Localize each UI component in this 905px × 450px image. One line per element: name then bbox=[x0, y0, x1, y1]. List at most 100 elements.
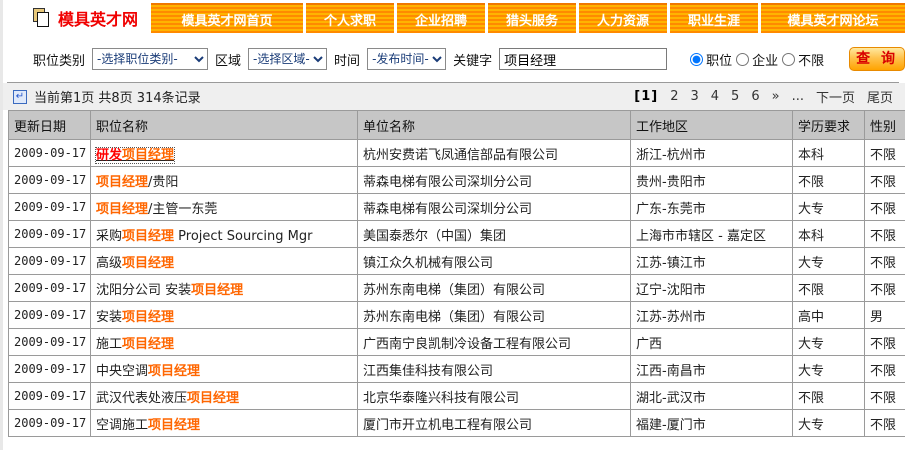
scope-radio-option[interactable]: 不限 bbox=[782, 50, 824, 69]
scope-radio[interactable] bbox=[690, 53, 703, 66]
cell-title: 中央空调项目经理 bbox=[91, 356, 358, 383]
job-title-post: /主管一东莞 bbox=[148, 202, 217, 217]
cell-region: 广西 bbox=[631, 329, 793, 356]
scope-radio[interactable] bbox=[736, 53, 749, 66]
cell-company: 北京华泰隆兴科技有限公司 bbox=[358, 383, 631, 410]
nav-tab[interactable]: 职业生涯 bbox=[670, 3, 758, 33]
page-number-link[interactable]: 6 bbox=[751, 89, 759, 104]
cell-region: 江苏-镇江市 bbox=[631, 248, 793, 275]
job-title-link[interactable]: 高级项目经理 bbox=[96, 256, 174, 271]
job-title-pre: 沈阳分公司 安装 bbox=[96, 283, 191, 298]
nav-tab[interactable]: 人力资源 bbox=[579, 3, 667, 33]
table-row: 2009-09-17 高级项目经理 镇江众久机械有限公司 江苏-镇江市 大专 不… bbox=[9, 248, 905, 275]
keyword-input[interactable] bbox=[499, 48, 667, 70]
cell-education: 本科 bbox=[793, 221, 865, 248]
cell-education: 高中 bbox=[793, 302, 865, 329]
column-header: 更新日期 bbox=[9, 111, 91, 140]
job-title-link[interactable]: 研发项目经理 bbox=[96, 148, 174, 163]
time-select[interactable]: -发布时间- bbox=[367, 48, 446, 70]
cell-education: 不限 bbox=[793, 275, 865, 302]
nav-tab[interactable]: 猎头服务 bbox=[488, 3, 576, 33]
job-title-pre: 中央空调 bbox=[96, 364, 148, 379]
job-title-link[interactable]: 施工项目经理 bbox=[96, 337, 174, 352]
job-title-keyword: 项目经理 bbox=[148, 418, 200, 433]
page-number-link[interactable]: 2 bbox=[670, 89, 678, 104]
page-number-link[interactable]: 5 bbox=[731, 89, 739, 104]
job-title-pre: 武汉代表处液压 bbox=[96, 391, 187, 406]
cell-gender: 男 bbox=[865, 302, 905, 329]
job-title-keyword: 项目经理 bbox=[122, 148, 174, 163]
site-title: 模具英才网 bbox=[58, 6, 138, 30]
cell-region: 上海市市辖区 - 嘉定区 bbox=[631, 221, 793, 248]
cell-gender: 不限 bbox=[865, 140, 905, 167]
table-header-row: 更新日期职位名称单位名称工作地区学历要求性别 bbox=[9, 111, 905, 140]
page-number-link[interactable]: 3 bbox=[690, 89, 698, 104]
search-bar: 职位类别 -选择职位类别- 区域 -选择区域- 时间 -发布时间- 关键字 职位… bbox=[3, 36, 905, 82]
cell-gender: 不限 bbox=[865, 221, 905, 248]
keyword-label: 关键字 bbox=[453, 50, 492, 69]
current-page: [1] bbox=[634, 89, 658, 104]
cell-region: 江苏-苏州市 bbox=[631, 302, 793, 329]
job-title-link[interactable]: 安装项目经理 bbox=[96, 310, 174, 325]
job-title-link[interactable]: 沈阳分公司 安装项目经理 bbox=[96, 283, 243, 298]
time-label: 时间 bbox=[334, 50, 360, 69]
cell-education: 本科 bbox=[793, 140, 865, 167]
cell-title: 空调施工项目经理 bbox=[91, 410, 358, 437]
job-title-post: Project Sourcing Mgr bbox=[174, 229, 312, 244]
cell-education: 不限 bbox=[793, 383, 865, 410]
cell-title: 施工项目经理 bbox=[91, 329, 358, 356]
cell-date: 2009-09-17 bbox=[9, 383, 91, 410]
job-title-pre: 安装 bbox=[96, 310, 122, 325]
next-page-link[interactable]: 下一页 bbox=[816, 87, 855, 106]
top-nav: 模具英才网 模具英才网首页个人求职企业招聘猎头服务人力资源职业生涯模具英才网论坛 bbox=[3, 0, 905, 36]
region-select[interactable]: -选择区域- bbox=[248, 48, 327, 70]
job-title-post: /贵阳 bbox=[148, 175, 178, 190]
job-title-keyword: 项目经理 bbox=[96, 175, 148, 190]
table-row: 2009-09-17 项目经理/主管一东莞 蒂森电梯有限公司深圳分公司 广东-东… bbox=[9, 194, 905, 221]
nav-tab[interactable]: 个人求职 bbox=[306, 3, 394, 33]
next-group-link[interactable]: » bbox=[772, 89, 780, 104]
job-title-keyword: 项目经理 bbox=[122, 337, 174, 352]
cell-date: 2009-09-17 bbox=[9, 140, 91, 167]
cell-region: 辽宁-沈阳市 bbox=[631, 275, 793, 302]
page-info-icon: ↵ bbox=[13, 90, 27, 104]
job-title-link[interactable]: 武汉代表处液压项目经理 bbox=[96, 391, 239, 406]
page-number-link[interactable]: 4 bbox=[711, 89, 719, 104]
cell-date: 2009-09-17 bbox=[9, 248, 91, 275]
nav-tab[interactable]: 模具英才网首页 bbox=[151, 3, 303, 33]
scope-radio-option[interactable]: 企业 bbox=[736, 50, 778, 69]
job-title-link[interactable]: 项目经理/主管一东莞 bbox=[96, 202, 217, 217]
cell-region: 福建-厦门市 bbox=[631, 410, 793, 437]
last-page-link[interactable]: 尾页 bbox=[867, 87, 893, 106]
query-button[interactable]: 查 询 bbox=[849, 47, 905, 71]
cell-date: 2009-09-17 bbox=[9, 275, 91, 302]
job-title-link[interactable]: 项目经理/贵阳 bbox=[96, 175, 178, 190]
job-title-link[interactable]: 采购项目经理 Project Sourcing Mgr bbox=[96, 229, 312, 244]
cell-company: 美国泰悉尔（中国）集团 bbox=[358, 221, 631, 248]
page: 模具英才网 模具英才网首页个人求职企业招聘猎头服务人力资源职业生涯模具英才网论坛… bbox=[0, 0, 905, 450]
cell-company: 广西南宁良凯制冷设备工程有限公司 bbox=[358, 329, 631, 356]
cell-title: 安装项目经理 bbox=[91, 302, 358, 329]
job-title-link[interactable]: 中央空调项目经理 bbox=[96, 364, 200, 379]
nav-tabs: 模具英才网首页个人求职企业招聘猎头服务人力资源职业生涯模具英才网论坛 bbox=[151, 0, 905, 36]
cell-gender: 不限 bbox=[865, 383, 905, 410]
site-logo[interactable]: 模具英才网 bbox=[3, 0, 151, 36]
cell-date: 2009-09-17 bbox=[9, 329, 91, 356]
scope-radio-option[interactable]: 职位 bbox=[690, 50, 732, 69]
job-title-keyword: 项目经理 bbox=[191, 283, 243, 298]
category-select[interactable]: -选择职位类别- bbox=[92, 48, 208, 70]
scope-radio-group: 职位企业不限 bbox=[690, 50, 824, 69]
table-row: 2009-09-17 空调施工项目经理 厦门市开立机电工程有限公司 福建-厦门市… bbox=[9, 410, 905, 437]
cell-company: 镇江众久机械有限公司 bbox=[358, 248, 631, 275]
column-header: 性别 bbox=[865, 111, 905, 140]
cell-education: 大专 bbox=[793, 356, 865, 383]
nav-tab[interactable]: 模具英才网论坛 bbox=[761, 3, 905, 33]
job-title-keyword: 项目经理 bbox=[148, 364, 200, 379]
nav-tab[interactable]: 企业招聘 bbox=[397, 3, 485, 33]
cell-date: 2009-09-17 bbox=[9, 194, 91, 221]
job-title-link[interactable]: 空调施工项目经理 bbox=[96, 418, 200, 433]
cell-title: 研发项目经理 bbox=[91, 140, 358, 167]
job-title-pre: 空调施工 bbox=[96, 418, 148, 433]
cell-gender: 不限 bbox=[865, 410, 905, 437]
scope-radio[interactable] bbox=[782, 53, 795, 66]
